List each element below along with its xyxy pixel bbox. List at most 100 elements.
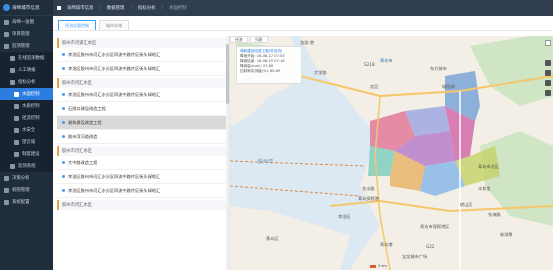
map-label: 崂山区 xyxy=(460,202,473,207)
sidebar-item-label: 水安全 xyxy=(22,128,36,133)
list-scrollbar[interactable] xyxy=(226,36,229,270)
list-group-header[interactable]: 胶州市河汇水区 xyxy=(57,146,229,156)
sidebar-item-water-surface[interactable]: 水面控制 xyxy=(0,88,53,100)
list-item[interactable]: 李沧区胶州市河汇水分区四流中路片区街头绿地汇 xyxy=(57,62,229,76)
sidebar-item-monitor[interactable]: 监测管理 xyxy=(0,40,53,52)
map-label: 青岛保税港 xyxy=(358,196,379,201)
map-label: 胶州湾 xyxy=(258,159,274,165)
sidebar-item-water-quality[interactable]: 水质控制 xyxy=(0,100,53,112)
project-list: 胶州市河道汇水区 李沧区胶州市河汇水分区四流中路片区街头绿地汇 李沧区胶州市河汇… xyxy=(57,36,230,270)
map-icon xyxy=(4,19,9,25)
top-nav-item[interactable]: 指标分析 xyxy=(138,5,156,11)
map-label: 黄岛区 xyxy=(266,236,279,241)
road-label: G22 xyxy=(426,244,435,249)
chart-icon xyxy=(10,55,15,61)
edit-icon xyxy=(10,67,15,73)
sidebar-item-water-safety[interactable]: 水安全 xyxy=(0,124,53,136)
zoom-in-button[interactable] xyxy=(545,40,551,46)
water-icon xyxy=(14,91,19,97)
sidebar-item-map[interactable]: 海绵一张图 xyxy=(0,16,53,28)
monitor-icon xyxy=(4,43,9,49)
sidebar-item-index-analysis[interactable]: 指标分析 xyxy=(0,76,53,88)
map-label: 宝龙城市广场 xyxy=(402,254,428,259)
sidebar-item-label: 望云城 xyxy=(22,140,36,145)
sidebar-item-label: 指标分析 xyxy=(18,80,36,85)
flow-icon xyxy=(14,115,19,121)
map-label: 青岛市北区 xyxy=(478,164,499,169)
top-nav: 海绵城市信息 / 数据管理 / 指标分析 / 水面控制 xyxy=(53,0,553,16)
sidebar-item-project[interactable]: 项目管理 xyxy=(0,28,53,40)
list-item-selected[interactable]: 湘和建设改造工程 xyxy=(57,116,229,130)
lock-icon xyxy=(4,187,9,193)
sidebar-item-label: 制度建设 xyxy=(22,152,40,157)
list-item[interactable]: 李沧区胶州市河汇水分区四流中路片区街头绿地汇 xyxy=(57,88,229,102)
brand-logo xyxy=(3,4,10,11)
list-group-header[interactable]: 胶州市河汇水区 xyxy=(57,78,229,88)
bullet-icon xyxy=(62,107,65,110)
info-line: 控制率实测值(%): 80.69 xyxy=(240,69,281,73)
sidebar-item-manual[interactable]: 人工填报 xyxy=(0,64,53,76)
bullet-icon xyxy=(62,135,65,138)
tab-city-water[interactable]: 城市水域 xyxy=(99,20,129,30)
sidebar-item-monitor-system[interactable]: 监测系统 xyxy=(0,160,53,172)
gear-icon xyxy=(4,199,9,205)
map-label: 大学路 xyxy=(314,70,327,75)
sidebar-item-settings[interactable]: 系统配置 xyxy=(0,196,53,208)
list-item[interactable]: 大中路改造工程 xyxy=(57,156,229,170)
sidebar-item-decision[interactable]: 决策分析 xyxy=(0,172,53,184)
map-view[interactable]: 径流 列表 湘和建设改造工程(年径流) 降雨开始: 16-08-17 07:03… xyxy=(230,36,553,270)
map-label: 丰和里 xyxy=(478,186,491,191)
cloud-icon xyxy=(14,139,19,145)
sidebar-item-runoff[interactable]: 径流控制 xyxy=(0,112,53,124)
separator: / xyxy=(130,5,132,11)
bullet-icon xyxy=(62,161,65,164)
top-nav-item[interactable]: 数据管理 xyxy=(107,5,125,11)
home-icon[interactable] xyxy=(57,6,61,10)
scrollbar-thumb[interactable] xyxy=(226,44,229,104)
sidebar-item-label: 海绵一张图 xyxy=(12,20,34,25)
app: 海绵城市信息 海绵一张图 项目管理 监测管理 在线监测数据 人工填报 指标分析 … xyxy=(0,0,553,270)
folder-icon xyxy=(4,31,9,37)
shield-icon xyxy=(14,127,19,133)
map-tab-runoff[interactable]: 径流 xyxy=(230,36,248,43)
sidebar-item-label: 水面控制 xyxy=(22,92,40,97)
brand-title: 海绵城市信息 xyxy=(12,5,40,11)
map-label: 龙游·港 xyxy=(300,40,314,45)
locate-icon[interactable] xyxy=(545,70,551,76)
sidebar-item-label: 项目管理 xyxy=(12,32,30,37)
sidebar-item-label: 监测系统 xyxy=(18,164,36,169)
bullet-icon xyxy=(62,189,65,192)
map-label: 李沧区 xyxy=(338,214,351,219)
sidebar-item-label: 径流控制 xyxy=(22,116,40,121)
map-scale: 5 km xyxy=(370,264,387,268)
map-label: 青岛市 xyxy=(380,58,393,63)
list-item[interactable]: 李沧区胶州市河汇水分区四流中路片区街头绿地汇 xyxy=(57,48,229,62)
sidebar-item-label: 决策分析 xyxy=(12,176,30,181)
list-item[interactable]: 李沧区胶州市河汇水分区四流中路片区街头绿地汇 xyxy=(57,184,229,198)
top-nav-item[interactable]: 海绵城市信息 xyxy=(67,5,93,11)
sidebar: 海绵城市信息 海绵一张图 项目管理 监测管理 在线监测数据 人工填报 指标分析 … xyxy=(0,0,53,270)
sidebar-item-label: 在线监测数据 xyxy=(18,56,45,61)
map-label: 城阳湖 xyxy=(442,84,455,89)
sidebar-submenu: 在线监测数据 人工填报 指标分析 水面控制 水质控制 径流控制 水安全 望云城 … xyxy=(0,52,53,172)
list-item[interactable]: 李沧区胶州市河汇水分区四流中路片区街头绿地汇 xyxy=(57,170,229,184)
list-group-header[interactable]: 胶州市河汇水区 xyxy=(57,200,229,210)
layer-icon[interactable] xyxy=(545,60,551,66)
list-item[interactable]: 胶州湾河道改造 xyxy=(57,130,229,144)
fullscreen-icon[interactable] xyxy=(545,90,551,96)
measure-icon[interactable] xyxy=(545,80,551,86)
sidebar-item-wangyun[interactable]: 望云城 xyxy=(0,136,53,148)
sidebar-item-system-build[interactable]: 制度建设 xyxy=(0,148,53,160)
decision-icon xyxy=(4,175,9,181)
sidebar-item-label: 系统配置 xyxy=(12,200,30,205)
map-tab-list[interactable]: 列表 xyxy=(250,36,268,43)
sidebar-item-online-data[interactable]: 在线监测数据 xyxy=(0,52,53,64)
list-group-header[interactable]: 胶州市河道汇水区 xyxy=(57,38,229,48)
drop-icon xyxy=(14,103,19,109)
main-content: 径流总量控制 城市水域 胶州市河道汇水区 李沧区胶州市河汇水分区四流中路片区街头… xyxy=(53,16,553,270)
sidebar-item-permission[interactable]: 权限管理 xyxy=(0,184,53,196)
brand: 海绵城市信息 xyxy=(0,0,53,16)
map-label: 青岛港 xyxy=(380,242,393,247)
list-item[interactable]: 石岗口建设改造工程 xyxy=(57,102,229,116)
tab-runoff-control[interactable]: 径流总量控制 xyxy=(58,20,96,30)
